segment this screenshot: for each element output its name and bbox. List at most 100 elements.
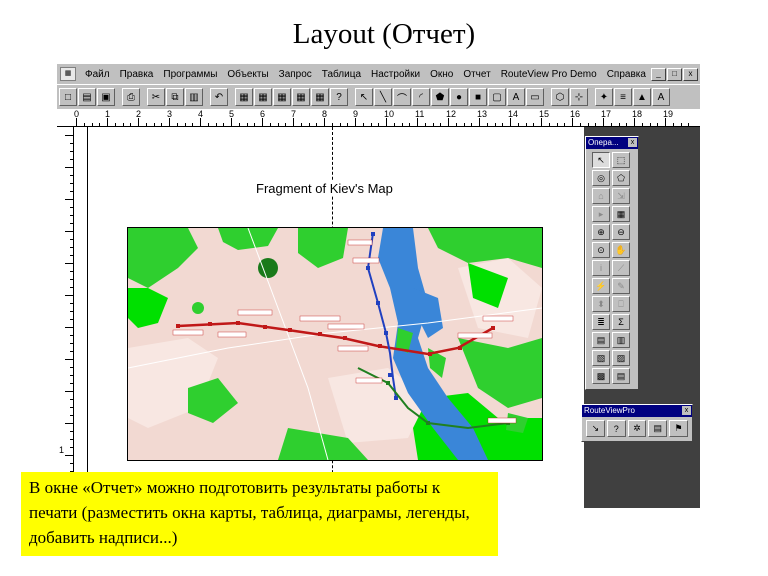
ellipse-tool-icon[interactable]: ● — [450, 88, 468, 106]
copy-icon[interactable]: ⧉ — [166, 88, 184, 106]
map-title-text[interactable]: Fragment of Kiev's Map — [255, 181, 394, 196]
menu-item[interactable]: Окно — [425, 69, 458, 80]
ruler-tick — [409, 123, 411, 126]
paste-icon[interactable]: ▥ — [185, 88, 203, 106]
menu-item[interactable]: Файл — [80, 69, 115, 80]
text-tool-icon[interactable]: A — [507, 88, 525, 106]
globe-icon[interactable]: ✲ — [627, 420, 647, 437]
layout-window-icon[interactable]: ▦ — [292, 88, 310, 106]
graph-view-icon[interactable]: ▤ — [612, 368, 630, 384]
statistics-icon[interactable]: ▦ — [311, 88, 329, 106]
app-system-icon[interactable]: ▦ — [60, 67, 76, 81]
drag-window-icon[interactable]: ⬍ — [592, 296, 610, 312]
symbol-style-icon[interactable]: ✦ — [595, 88, 613, 106]
layout-text-icon[interactable]: ⎕ — [612, 296, 630, 312]
undo-icon[interactable]: ↶ — [210, 88, 228, 106]
arc-tool-icon[interactable]: ◜ — [412, 88, 430, 106]
select-box-icon[interactable]: ⬚ — [612, 152, 630, 168]
zoom-out-icon[interactable]: ⊖ — [612, 224, 630, 240]
menu-item[interactable]: RouteView Pro Demo — [496, 69, 602, 80]
theme-icon[interactable]: ▧ — [592, 350, 610, 366]
toolbar: □ ▤ ▣ ⎙ ✂ ⧉ ▥ ↶ ▦ ▦ ▦ ▦ ▦? ↖ ╲ ⌒ ◜ ⬟ ● ■ ▢ A ▭ ⬡ ⊹ ✦ ≡ ▲ A — [57, 84, 700, 110]
label-tool-icon[interactable]: ✎ — [612, 278, 630, 294]
sum-icon[interactable]: Σ — [612, 314, 630, 330]
select-tool-icon[interactable]: ↖ — [355, 88, 373, 106]
menu-item[interactable]: Справка — [602, 69, 651, 80]
menu-item[interactable]: Настройки — [366, 69, 425, 80]
ruler-tick — [176, 123, 178, 126]
new-icon[interactable]: □ — [59, 88, 77, 106]
routeview-palette[interactable]: RouteViewPro x ↘? ✲ ▤ ⚑ — [581, 404, 693, 442]
rounded-rect-tool-icon[interactable]: ▢ — [488, 88, 506, 106]
menu-item[interactable]: Объекты — [222, 69, 273, 80]
ruler-tick — [556, 123, 558, 126]
ruler-tick — [610, 123, 612, 126]
ruler-number: 0 — [74, 109, 80, 119]
route-table-icon[interactable]: ▤ — [648, 420, 668, 437]
boundary-select-icon[interactable]: ⌂ — [592, 188, 610, 204]
line-tool-icon[interactable]: ╲ — [374, 88, 392, 106]
info-tool-icon[interactable]: i — [592, 260, 610, 276]
select-arrow-icon[interactable]: ↖ — [592, 152, 610, 168]
menu-item[interactable]: Запрос — [274, 69, 317, 80]
cut-icon[interactable]: ✂ — [147, 88, 165, 106]
marquee-select-icon[interactable]: ▸ — [592, 206, 610, 222]
print-icon[interactable]: ⎙ — [122, 88, 140, 106]
map-view-icon[interactable]: ▩ — [592, 368, 610, 384]
save-icon[interactable]: ▣ — [97, 88, 115, 106]
rectangle-tool-icon[interactable]: ■ — [469, 88, 487, 106]
ruler-tick — [401, 123, 403, 126]
help-pointer-icon[interactable]: ? — [330, 88, 348, 106]
close-button[interactable]: x — [683, 67, 698, 81]
vertical-ruler-tick — [70, 399, 73, 400]
restore-button[interactable]: □ — [667, 67, 682, 81]
ruler-tick — [285, 123, 287, 126]
ruler-tick — [471, 123, 473, 126]
polygon-select-icon[interactable]: ⬠ — [612, 170, 630, 186]
zoom-in-icon[interactable]: ⊕ — [592, 224, 610, 240]
change-view-icon[interactable]: ⊙ — [592, 242, 610, 258]
vertical-ruler-tick — [65, 135, 73, 136]
kiev-map-frame[interactable] — [127, 227, 543, 461]
route-query-icon[interactable]: ? — [606, 420, 626, 437]
text-style-icon[interactable]: A — [652, 88, 670, 106]
menu-item[interactable]: Программы — [158, 69, 222, 80]
three-d-icon[interactable]: ▨ — [612, 350, 630, 366]
hotlink-icon[interactable]: ⚡ — [592, 278, 610, 294]
drag-select-icon[interactable]: ⇲ — [612, 188, 630, 204]
show-statistics-icon[interactable]: ▥ — [612, 332, 630, 348]
legend-icon[interactable]: ▤ — [592, 332, 610, 348]
routeview-palette-titlebar[interactable]: RouteViewPro x — [582, 405, 692, 417]
layer-control-icon[interactable]: ≣ — [592, 314, 610, 330]
operations-palette[interactable]: Опера... x ↖ ⬚ ◎ ⬠ ⌂ ⇲ ▸ ▦ ⊕ ⊖ ⊙ ✋ i ⟋ ⚡ ✎ ⬍ ⎕ ≣ Σ ▤ ▥ ▧ ▨ ▩ ▤ — [585, 136, 639, 390]
route-options-icon[interactable]: ⚑ — [669, 420, 688, 437]
ruler-number: 1 — [105, 109, 111, 119]
route-tool-icon[interactable]: ↘ — [586, 420, 605, 437]
operations-palette-close-button[interactable]: x — [628, 138, 637, 147]
reshape-icon[interactable]: ⬡ — [551, 88, 569, 106]
operations-palette-titlebar[interactable]: Опера... x — [586, 137, 638, 149]
graph-window-icon[interactable]: ▦ — [273, 88, 291, 106]
vertical-ruler-tick — [70, 287, 73, 288]
grabber-hand-icon[interactable]: ✋ — [612, 242, 630, 258]
menu-item[interactable]: Правка — [115, 69, 159, 80]
open-icon[interactable]: ▤ — [78, 88, 96, 106]
line-style-icon[interactable]: ≡ — [614, 88, 632, 106]
browser-icon[interactable]: ▦ — [235, 88, 253, 106]
menu-item[interactable]: Таблица — [317, 69, 366, 80]
menu-item[interactable]: Отчет — [458, 69, 495, 80]
minimize-button[interactable]: _ — [651, 67, 666, 81]
polyline-tool-icon[interactable]: ⌒ — [393, 88, 411, 106]
map-window-icon[interactable]: ▦ — [254, 88, 272, 106]
invert-select-icon[interactable]: ▦ — [612, 206, 630, 222]
routeview-palette-close-button[interactable]: x — [682, 406, 691, 415]
ruler-tool-icon[interactable]: ⟋ — [612, 260, 630, 276]
ruler-tick — [502, 123, 504, 126]
radius-select-icon[interactable]: ◎ — [592, 170, 610, 186]
ruler-tick — [153, 123, 155, 126]
add-node-icon[interactable]: ⊹ — [570, 88, 588, 106]
frame-tool-icon[interactable]: ▭ — [526, 88, 544, 106]
region-style-icon[interactable]: ▲ — [633, 88, 651, 106]
polygon-tool-icon[interactable]: ⬟ — [431, 88, 449, 106]
ruler-tick — [138, 118, 139, 126]
